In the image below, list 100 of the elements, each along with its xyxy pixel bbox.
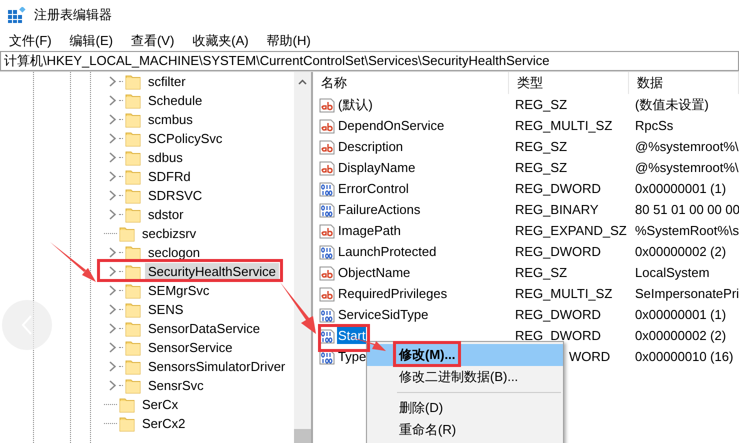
folder-icon [125, 264, 141, 280]
value-type: REG_MULTI_SZ [514, 118, 614, 133]
tree-item[interactable]: SDRSVC [145, 187, 206, 204]
tree-item[interactable]: SensorsSimulatorDriver [145, 358, 288, 375]
tree-item[interactable]: scmbus [145, 111, 196, 128]
string-value-icon [319, 118, 335, 134]
value-type: REG_DWORD [514, 307, 602, 322]
value-data: SeImpersonatePri [634, 286, 739, 301]
binary-value-icon [319, 202, 335, 218]
address-field[interactable]: 计算机\HKEY_LOCAL_MACHINE\SYSTEM\CurrentControlSet\Services\SecurityHealthService [0, 51, 739, 71]
folder-icon [125, 340, 141, 356]
string-value-icon [319, 222, 335, 238]
menu-item[interactable]: 收藏夹(A) [189, 32, 252, 50]
expand-chevron-icon[interactable] [108, 171, 117, 182]
expand-chevron-icon[interactable] [108, 323, 117, 334]
folder-icon [125, 302, 141, 318]
tree-item[interactable]: SecurityHealthService [145, 263, 279, 280]
value-name[interactable]: Type [337, 348, 368, 365]
value-name[interactable]: ErrorControl [337, 180, 410, 197]
value-type: REG_BINARY [514, 202, 600, 217]
tree-item[interactable]: seclogon [145, 244, 204, 261]
expand-chevron-icon[interactable] [108, 361, 117, 372]
value-data: 0x00000001 (1) [634, 307, 728, 322]
value-name[interactable]: ObjectName [337, 264, 412, 281]
string-value-icon [319, 286, 335, 302]
value-name[interactable]: DisplayName [337, 159, 416, 176]
tree-item[interactable]: SensrSvc [145, 377, 207, 394]
tree-item[interactable]: SensorService [145, 339, 236, 356]
folder-icon [125, 244, 141, 260]
expand-chevron-icon[interactable] [108, 304, 117, 315]
folder-icon [119, 226, 135, 242]
value-type: REG_EXPAND_SZ [514, 223, 628, 238]
folder-icon [125, 282, 141, 298]
highlight-frame [393, 341, 461, 367]
scroll-up-icon[interactable] [298, 79, 307, 85]
value-name[interactable]: Description [337, 138, 404, 155]
value-data: @%systemroot%\ [634, 160, 739, 175]
value-data: 80 51 01 00 00 00 [634, 202, 739, 217]
value-name[interactable]: LaunchProtected [337, 243, 438, 260]
expand-chevron-icon[interactable] [108, 342, 117, 353]
tree-item[interactable]: SerCx [139, 396, 182, 413]
value-data: 0x00000001 (1) [634, 181, 728, 196]
tree-item[interactable]: SEMgrSvc [145, 282, 212, 299]
scroll-thumb[interactable] [294, 429, 311, 443]
expand-chevron-icon[interactable] [108, 133, 117, 144]
value-type: REG_DWORD [514, 328, 602, 343]
tree-item[interactable]: SensorDataService [145, 320, 263, 337]
tree-item[interactable]: sdstor [145, 206, 186, 223]
value-name[interactable]: Start [337, 327, 366, 344]
window-title: 注册表编辑器 [34, 6, 112, 24]
expand-chevron-icon[interactable] [108, 209, 117, 220]
highlight-frame [318, 324, 370, 352]
tree-item[interactable]: SCPolicySvc [145, 130, 226, 147]
tree-item[interactable]: secbizsrv [139, 225, 200, 242]
value-data: (数值未设置) [634, 96, 710, 114]
folder-icon [125, 320, 141, 336]
value-name[interactable]: ServiceSidType [337, 306, 430, 323]
menu-item[interactable]: 查看(V) [128, 32, 178, 50]
menu-item[interactable]: 编辑(E) [66, 32, 116, 50]
tree-item[interactable]: SerCx2 [139, 415, 188, 432]
context-menu-item[interactable]: 重命名(R) [367, 419, 563, 441]
expand-chevron-icon[interactable] [108, 247, 117, 258]
tree-item[interactable]: scfilter [145, 73, 189, 90]
value-name[interactable]: ImagePath [337, 222, 402, 239]
tree-item[interactable]: sdbus [145, 149, 186, 166]
chevron-left-icon [21, 315, 33, 335]
menu-item[interactable]: 文件(F) [6, 32, 55, 50]
folder-icon [119, 416, 135, 432]
value-data: RpcSs [634, 118, 674, 133]
tree-item[interactable]: SENS [145, 301, 186, 318]
expand-chevron-icon[interactable] [108, 114, 117, 125]
folder-icon [119, 396, 135, 412]
folder-icon [125, 378, 141, 394]
expand-chevron-icon[interactable] [108, 285, 117, 296]
value-name[interactable]: FailureActions [337, 201, 422, 218]
value-data: 0x00000010 (16) [634, 349, 734, 364]
string-value-icon [319, 160, 335, 176]
value-type: REG_DWORD [514, 244, 602, 259]
value-name[interactable]: DependOnService [337, 117, 446, 134]
column-header[interactable]: 数据 [629, 72, 739, 94]
expand-chevron-icon[interactable] [108, 152, 117, 163]
value-type: REG_DWORD [514, 181, 602, 196]
column-header[interactable]: 类型 [509, 72, 629, 94]
tree-item[interactable]: Schedule [145, 92, 206, 109]
value-type: REG_SZ [514, 97, 568, 112]
folder-icon [125, 168, 141, 184]
menu-item[interactable]: 帮助(H) [264, 32, 314, 50]
value-data: %SystemRoot%\s [634, 223, 739, 238]
value-name[interactable]: (默认) [337, 94, 374, 114]
column-header[interactable]: 名称 [313, 72, 509, 94]
context-menu-item[interactable]: 修改(M)... [367, 344, 563, 366]
expand-chevron-icon[interactable] [108, 266, 117, 277]
expand-chevron-icon[interactable] [108, 380, 117, 391]
context-menu-item[interactable]: 修改二进制数据(B)... [367, 366, 563, 388]
scrollbar[interactable] [294, 72, 311, 443]
expand-chevron-icon[interactable] [108, 76, 117, 87]
expand-chevron-icon[interactable] [108, 95, 117, 106]
expand-chevron-icon[interactable] [108, 190, 117, 201]
value-name[interactable]: RequiredPrivileges [337, 285, 448, 302]
tree-item[interactable]: SDFRd [145, 168, 194, 185]
